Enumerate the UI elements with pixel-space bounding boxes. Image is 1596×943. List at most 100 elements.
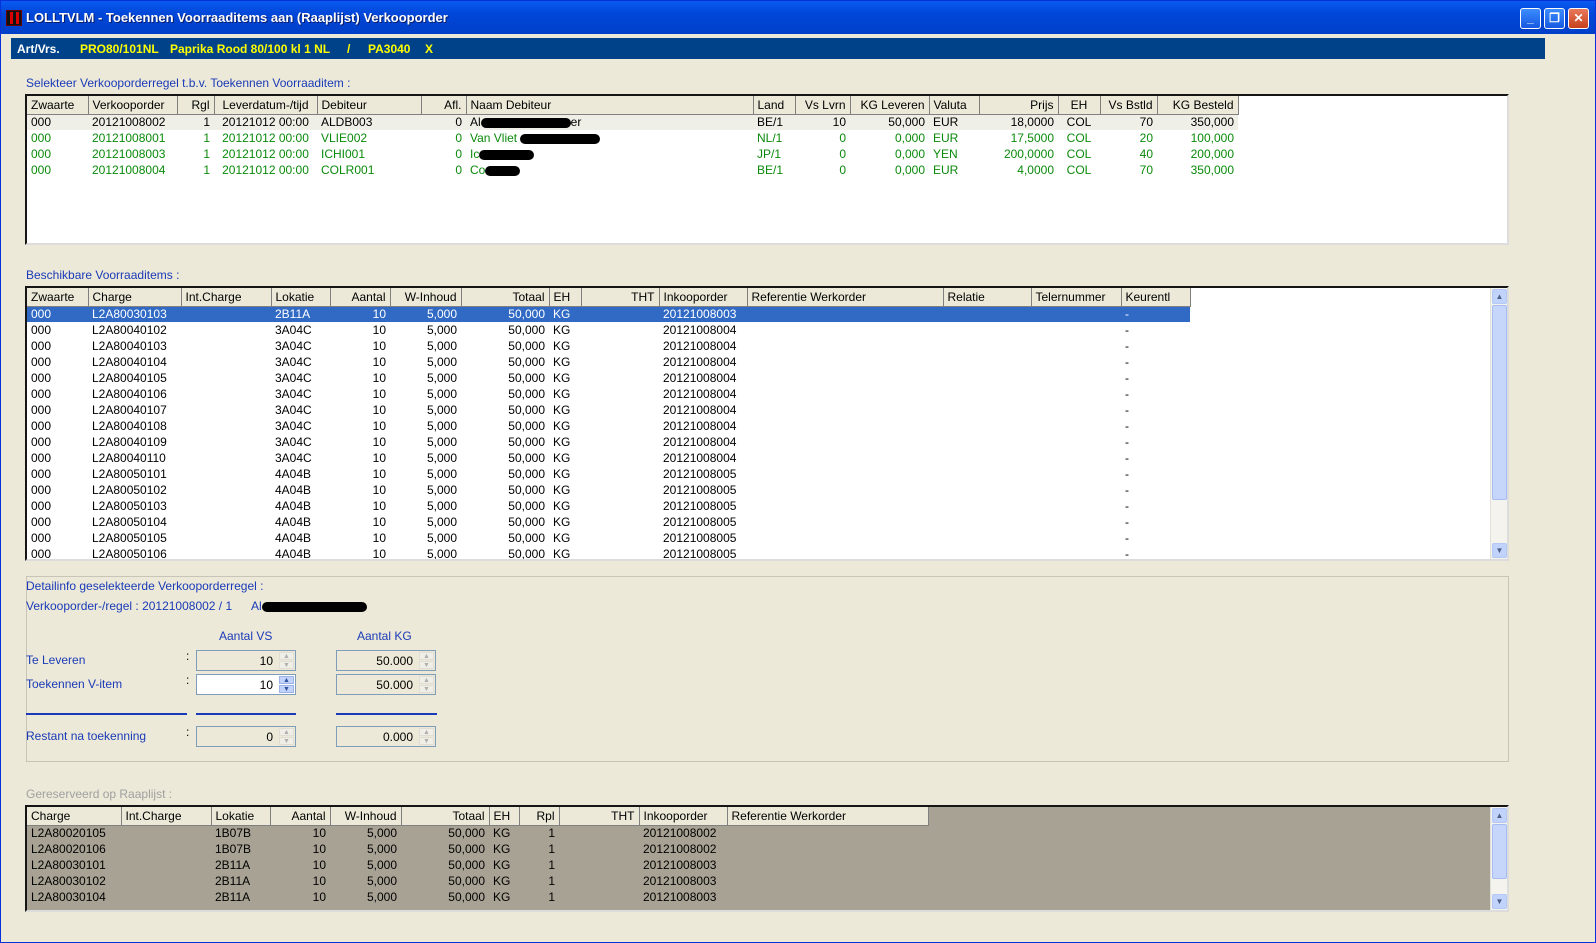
col-header[interactable]: Keurentl — [1121, 288, 1191, 307]
col-header[interactable]: KG Besteld — [1157, 96, 1239, 115]
cell-totaal: 50,000 — [461, 306, 549, 322]
spin-up-arrow-icon[interactable]: ▲ — [279, 676, 294, 684]
cell-zwaarte: 000 — [31, 355, 52, 369]
cell-keurentl: - — [1125, 531, 1129, 545]
orders-grid[interactable]: Zwaarte Verkooporder Rgl Leverdatum-/tij… — [25, 94, 1509, 245]
cell-aantal: 10 — [372, 467, 386, 481]
col-header[interactable]: Charge — [27, 807, 122, 826]
stock-scrollbar[interactable]: ▲ ▼ — [1490, 288, 1507, 559]
stock-row[interactable]: 000 L2A80040108 3A04C 10 5,000 50,000 KG 201210… — [27, 418, 1190, 434]
col-header[interactable]: Leverdatum-/tijd — [214, 96, 318, 115]
order-row[interactable]: 000 20121008004 1 20121012 00:00 COLR001… — [27, 162, 1238, 178]
cell-lokatie: 4A04B — [275, 515, 312, 529]
stock-row[interactable]: 000 L2A80050103 4A04B 10 5,000 50,000 KG 201210… — [27, 498, 1190, 514]
cell-datum: 20121012 00:00 — [222, 131, 309, 145]
stock-row[interactable]: 000 L2A80050104 4A04B 10 5,000 50,000 KG 201210… — [27, 514, 1190, 530]
stock-row[interactable]: 000 L2A80050106 4A04B 10 5,000 50,000 KG 201210… — [27, 546, 1190, 559]
scroll-thumb[interactable] — [1492, 824, 1507, 879]
col-header[interactable]: Vs Bstld — [1100, 96, 1158, 115]
spin-down-arrow-icon[interactable]: ▼ — [279, 685, 294, 693]
col-header[interactable]: Int.Charge — [121, 807, 212, 826]
col-header[interactable]: Afl. — [421, 96, 467, 115]
reserved-row[interactable]: L2A80020106 1B07B 10 5,000 50,000 KG 1 20121008… — [27, 841, 928, 857]
scroll-thumb[interactable] — [1492, 305, 1507, 500]
col-header[interactable]: Valuta — [929, 96, 980, 115]
col-header[interactable]: Rpl — [519, 807, 560, 826]
minimize-button[interactable]: _ — [1520, 8, 1541, 29]
close-button[interactable]: ✕ — [1568, 8, 1589, 29]
scroll-down-arrow-icon[interactable]: ▼ — [1492, 543, 1507, 558]
order-row[interactable]: 000 20121008002 1 20121012 00:00 ALDB003… — [27, 114, 1238, 130]
restore-button[interactable]: ❐ — [1544, 8, 1565, 29]
order-row[interactable]: 000 20121008001 1 20121012 00:00 VLIE002… — [27, 130, 1238, 146]
stock-row[interactable]: 000 L2A80030103 2B11A 10 5,000 50,000 KG 201210… — [27, 306, 1190, 322]
col-header[interactable]: Rgl — [177, 96, 215, 115]
scroll-up-arrow-icon[interactable]: ▲ — [1492, 808, 1507, 823]
stock-grid[interactable]: Zwaarte Charge Int.Charge Lokatie Aantal… — [25, 286, 1509, 561]
stock-row[interactable]: 000 L2A80050102 4A04B 10 5,000 50,000 KG 201210… — [27, 482, 1190, 498]
stock-row[interactable]: 000 L2A80050105 4A04B 10 5,000 50,000 KG 201210… — [27, 530, 1190, 546]
app-icon[interactable] — [6, 10, 22, 26]
stock-row[interactable]: 000 L2A80040103 3A04C 10 5,000 50,000 KG 201210… — [27, 338, 1190, 354]
col-header[interactable]: Totaal — [461, 288, 550, 307]
reserved-row[interactable]: L2A80030104 2B11A 10 5,000 50,000 KG 1 20121008… — [27, 889, 928, 905]
col-header[interactable]: Inkooporder — [659, 288, 748, 307]
cell-aantal: 10 — [372, 515, 386, 529]
toekennen-vs-stepper[interactable]: 10 ▲ ▼ — [196, 674, 296, 695]
stock-row[interactable]: 000 L2A80040110 3A04C 10 5,000 50,000 KG 201210… — [27, 450, 1190, 466]
col-header[interactable]: EH — [1058, 96, 1101, 115]
stock-row[interactable]: 000 L2A80040102 3A04C 10 5,000 50,000 KG 201210… — [27, 322, 1190, 338]
col-header[interactable]: Inkooporder — [639, 807, 728, 826]
col-header[interactable]: Relatie — [943, 288, 1032, 307]
col-header[interactable]: Lokatie — [271, 288, 331, 307]
col-header[interactable]: THT — [559, 807, 640, 826]
col-header[interactable]: Totaal — [401, 807, 490, 826]
cell-int-charge — [181, 402, 271, 418]
stock-row[interactable]: 000 L2A80050101 4A04B 10 5,000 50,000 KG 201210… — [27, 466, 1190, 482]
toekennen-vs-value[interactable]: 10 — [260, 678, 273, 692]
cell-tht — [559, 857, 639, 873]
col-header[interactable]: Vs Lvrn — [795, 96, 851, 115]
stock-row[interactable]: 000 L2A80040106 3A04C 10 5,000 50,000 KG 201210… — [27, 386, 1190, 402]
stock-row[interactable]: 000 L2A80040109 3A04C 10 5,000 50,000 KG 201210… — [27, 434, 1190, 450]
col-header[interactable]: Charge — [88, 288, 182, 307]
cell-w-inhoud: 5,000 — [426, 499, 457, 513]
title-bar[interactable]: LOLLTVLM - Toekennen Voorraaditems aan (… — [1, 1, 1595, 34]
cell-rgl: 1 — [203, 163, 210, 177]
col-header[interactable]: W-Inhoud — [330, 807, 402, 826]
cell-keurentl: - — [1125, 499, 1129, 513]
reserved-row[interactable]: L2A80030101 2B11A 10 5,000 50,000 KG 1 20121008… — [27, 857, 928, 873]
col-header[interactable]: Referentie Werkorder — [747, 288, 944, 307]
col-header[interactable]: Land — [753, 96, 796, 115]
cell-telernummer — [1031, 482, 1121, 498]
col-header[interactable]: Debiteur — [317, 96, 422, 115]
col-header[interactable]: Aantal — [330, 288, 391, 307]
col-header[interactable]: EH — [489, 807, 520, 826]
col-header[interactable]: Prijs — [979, 96, 1059, 115]
col-header[interactable]: Verkooporder — [88, 96, 178, 115]
col-header[interactable]: THT — [581, 288, 660, 307]
reserved-row[interactable]: L2A80030102 2B11A 10 5,000 50,000 KG 1 20121008… — [27, 873, 928, 889]
col-header[interactable]: Int.Charge — [181, 288, 272, 307]
col-header[interactable]: Referentie Werkorder — [727, 807, 929, 826]
cell-charge: L2A80040107 — [92, 403, 167, 417]
scroll-down-arrow-icon[interactable]: ▼ — [1492, 894, 1507, 909]
cell-tht — [581, 482, 659, 498]
col-header[interactable]: Zwaarte — [27, 96, 89, 115]
col-header[interactable]: Telernummer — [1031, 288, 1122, 307]
scroll-up-arrow-icon[interactable]: ▲ — [1492, 289, 1507, 304]
stock-row[interactable]: 000 L2A80040105 3A04C 10 5,000 50,000 KG 201210… — [27, 370, 1190, 386]
col-header[interactable]: EH — [549, 288, 582, 307]
col-header[interactable]: Aantal — [270, 807, 331, 826]
col-header[interactable]: W-Inhoud — [390, 288, 462, 307]
col-header[interactable]: Naam Debiteur — [466, 96, 754, 115]
col-header[interactable]: Lokatie — [211, 807, 271, 826]
stock-row[interactable]: 000 L2A80040107 3A04C 10 5,000 50,000 KG 201210… — [27, 402, 1190, 418]
stock-row[interactable]: 000 L2A80040104 3A04C 10 5,000 50,000 KG 201210… — [27, 354, 1190, 370]
col-header[interactable]: KG Leveren — [850, 96, 930, 115]
reserved-row[interactable]: L2A80020105 1B07B 10 5,000 50,000 KG 1 20121008… — [27, 825, 928, 841]
reserved-scrollbar[interactable]: ▲ ▼ — [1490, 807, 1507, 910]
order-row[interactable]: 000 20121008003 1 20121012 00:00 ICHI001… — [27, 146, 1238, 162]
col-header[interactable]: Zwaarte — [27, 288, 89, 307]
reserved-grid[interactable]: Charge Int.Charge Lokatie Aantal W-Inhou… — [25, 805, 1509, 912]
